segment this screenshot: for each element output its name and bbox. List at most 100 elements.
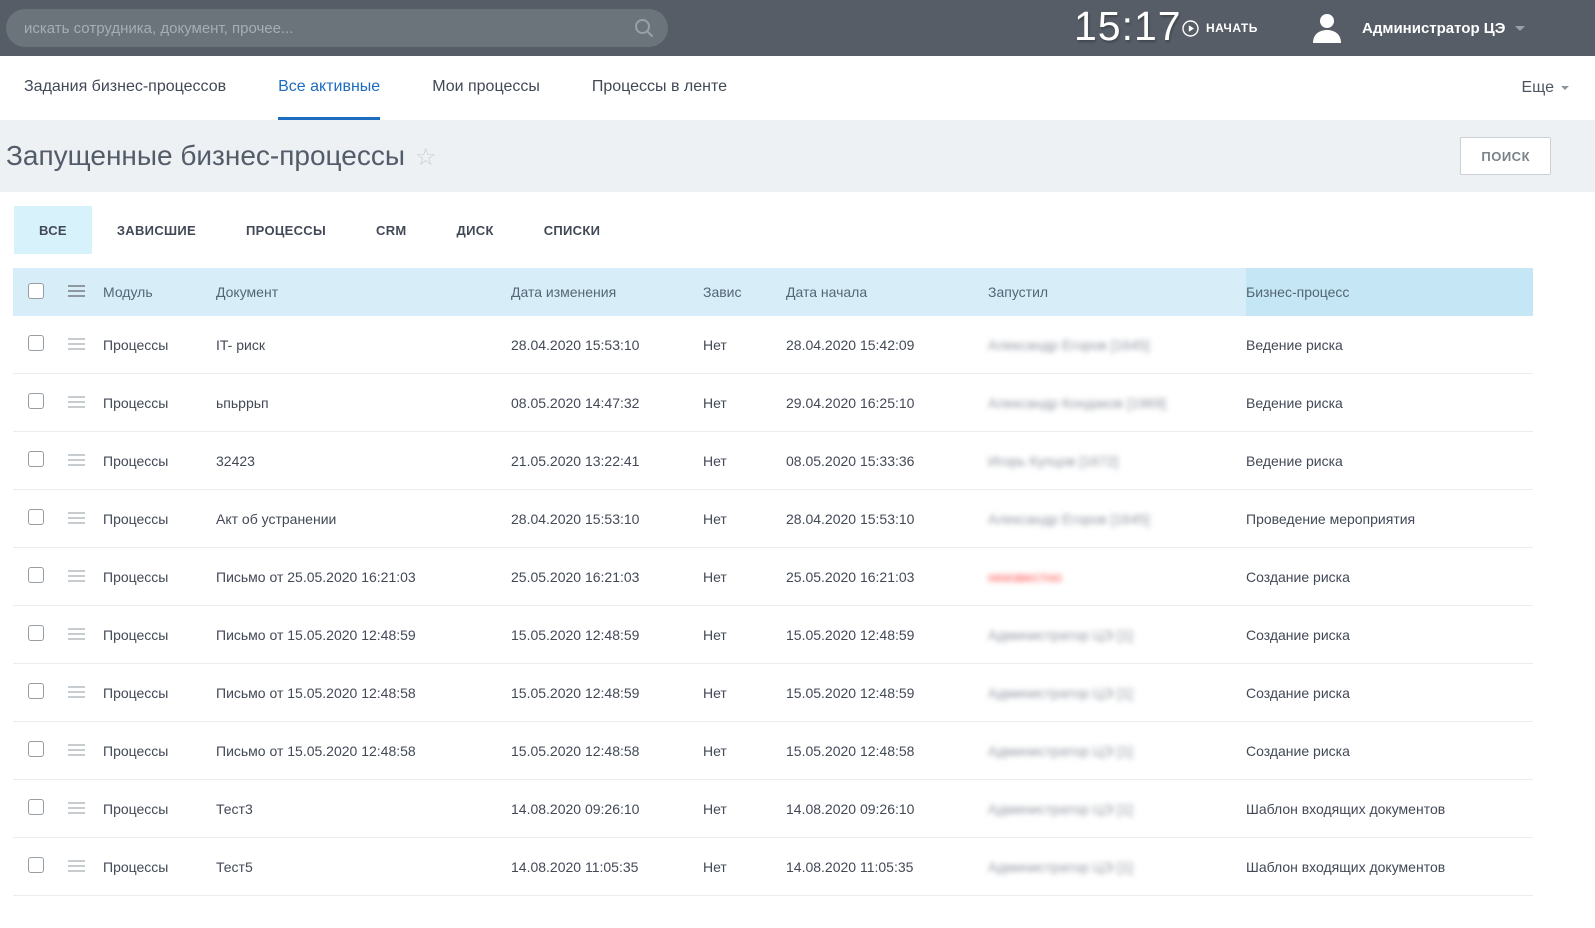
row-menu-icon[interactable] (68, 744, 85, 756)
table-body: Процессы IT- риск 28.04.2020 15:53:10 Не… (13, 316, 1533, 896)
table-row: Процессы Письмо от 15.05.2020 12:48:58 1… (13, 722, 1533, 780)
topbar: 15:17 НАЧАТЬ Администратор ЦЭ (0, 0, 1595, 56)
cell-module: Процессы (103, 569, 216, 585)
start-workday-button[interactable]: НАЧАТЬ (1182, 0, 1258, 56)
table-row: Процессы Тест5 14.08.2020 11:05:35 Нет 1… (13, 838, 1533, 896)
cell-started-by: Администратор ЦЭ [1] (988, 627, 1246, 643)
user-name: Администратор ЦЭ (1362, 20, 1505, 37)
cell-module: Процессы (103, 859, 216, 875)
cell-document[interactable]: Тест3 (216, 801, 511, 817)
table-row: Процессы IT- риск 28.04.2020 15:53:10 Не… (13, 316, 1533, 374)
cell-stuck: Нет (703, 801, 786, 817)
cell-modified: 25.05.2020 16:21:03 (511, 569, 703, 585)
cell-modified: 15.05.2020 12:48:58 (511, 743, 703, 759)
cell-document[interactable]: 32423 (216, 453, 511, 469)
cell-document[interactable]: Тест5 (216, 859, 511, 875)
filter-disk[interactable]: ДИСК (432, 206, 519, 254)
search-button[interactable]: ПОИСК (1460, 137, 1551, 175)
cell-document[interactable]: ьпьррьп (216, 395, 511, 411)
tab-bp-tasks[interactable]: Задания бизнес-процессов (24, 56, 226, 120)
row-checkbox[interactable] (28, 799, 44, 815)
cell-started: 08.05.2020 15:33:36 (786, 453, 988, 469)
row-checkbox[interactable] (28, 625, 44, 641)
row-checkbox[interactable] (28, 509, 44, 525)
row-checkbox[interactable] (28, 683, 44, 699)
cell-module: Процессы (103, 801, 216, 817)
tab-my-processes[interactable]: Мои процессы (432, 56, 540, 120)
search-input[interactable] (6, 9, 668, 47)
tab-processes-feed[interactable]: Процессы в ленте (592, 56, 727, 120)
cell-document[interactable]: Письмо от 15.05.2020 12:48:58 (216, 685, 511, 701)
settings-burger-icon[interactable] (68, 285, 85, 297)
cell-started-by: Александр Кондаков [1969] (988, 395, 1246, 411)
row-menu-icon[interactable] (68, 454, 85, 466)
row-checkbox[interactable] (28, 393, 44, 409)
cell-stuck: Нет (703, 395, 786, 411)
page-title: Запущенные бизнес-процессы (6, 140, 405, 172)
cell-started: 28.04.2020 15:42:09 (786, 337, 988, 353)
more-menu[interactable]: Еще (1521, 56, 1569, 120)
cell-modified: 08.05.2020 14:47:32 (511, 395, 703, 411)
cell-process: Создание риска (1246, 743, 1533, 759)
header-started[interactable]: Дата начала (786, 284, 988, 300)
row-menu-icon[interactable] (68, 338, 85, 350)
row-checkbox[interactable] (28, 451, 44, 467)
filter-all[interactable]: ВСЕ (14, 206, 92, 254)
cell-started-by: неизвестно (988, 569, 1246, 585)
cell-process: Создание риска (1246, 627, 1533, 643)
cell-stuck: Нет (703, 569, 786, 585)
select-all-checkbox[interactable] (28, 283, 44, 299)
row-checkbox[interactable] (28, 741, 44, 757)
header-process-label: Бизнес-процесс (1246, 284, 1349, 300)
header-module[interactable]: Модуль (103, 284, 216, 300)
cell-document[interactable]: Письмо от 25.05.2020 16:21:03 (216, 569, 511, 585)
cell-started: 28.04.2020 15:53:10 (786, 511, 988, 527)
table-row: Процессы ьпьррьп 08.05.2020 14:47:32 Нет… (13, 374, 1533, 432)
cell-document[interactable]: Письмо от 15.05.2020 12:48:58 (216, 743, 511, 759)
header-modified[interactable]: Дата изменения (511, 284, 703, 300)
tab-all-active[interactable]: Все активные (278, 56, 380, 120)
cell-stuck: Нет (703, 685, 786, 701)
header-process[interactable]: Бизнес-процесс (1246, 268, 1533, 316)
cell-process: Создание риска (1246, 685, 1533, 701)
worktime-clock[interactable]: 15:17 (1074, 3, 1182, 50)
search-icon (633, 17, 655, 39)
filter-stuck[interactable]: ЗАВИСШИЕ (92, 206, 221, 254)
filter-processes[interactable]: ПРОЦЕССЫ (221, 206, 351, 254)
cell-document[interactable]: Письмо от 15.05.2020 12:48:59 (216, 627, 511, 643)
cell-module: Процессы (103, 453, 216, 469)
cell-started: 14.08.2020 11:05:35 (786, 859, 988, 875)
header-started-by[interactable]: Запустил (988, 284, 1246, 300)
user-menu[interactable]: Администратор ЦЭ (1362, 0, 1525, 56)
cell-stuck: Нет (703, 511, 786, 527)
cell-started-by: Администратор ЦЭ [1] (988, 743, 1246, 759)
favorite-star-icon[interactable]: ☆ (415, 143, 437, 172)
cell-module: Процессы (103, 743, 216, 759)
cell-module: Процессы (103, 627, 216, 643)
cell-started-by: Администратор ЦЭ [1] (988, 685, 1246, 701)
cell-started-by: Администратор ЦЭ [1] (988, 801, 1246, 817)
row-checkbox[interactable] (28, 335, 44, 351)
row-checkbox[interactable] (28, 857, 44, 873)
cell-document[interactable]: IT- риск (216, 337, 511, 353)
row-menu-icon[interactable] (68, 628, 85, 640)
cell-started-by: Александр Егоров [1645] (988, 511, 1246, 527)
row-menu-icon[interactable] (68, 860, 85, 872)
cell-document[interactable]: Акт об устранении (216, 511, 511, 527)
cell-modified: 14.08.2020 09:26:10 (511, 801, 703, 817)
header-stuck[interactable]: Завис (703, 284, 786, 300)
user-avatar[interactable] (1308, 9, 1346, 47)
cell-started: 15.05.2020 12:48:59 (786, 685, 988, 701)
row-menu-icon[interactable] (68, 396, 85, 408)
cell-stuck: Нет (703, 743, 786, 759)
row-menu-icon[interactable] (68, 570, 85, 582)
row-checkbox[interactable] (28, 567, 44, 583)
row-menu-icon[interactable] (68, 512, 85, 524)
table-row: Процессы 32423 21.05.2020 13:22:41 Нет 0… (13, 432, 1533, 490)
row-menu-icon[interactable] (68, 686, 85, 698)
filter-lists[interactable]: СПИСКИ (519, 206, 626, 254)
header-document[interactable]: Документ (216, 284, 511, 300)
filter-crm[interactable]: CRM (351, 206, 432, 254)
cell-modified: 15.05.2020 12:48:59 (511, 685, 703, 701)
row-menu-icon[interactable] (68, 802, 85, 814)
